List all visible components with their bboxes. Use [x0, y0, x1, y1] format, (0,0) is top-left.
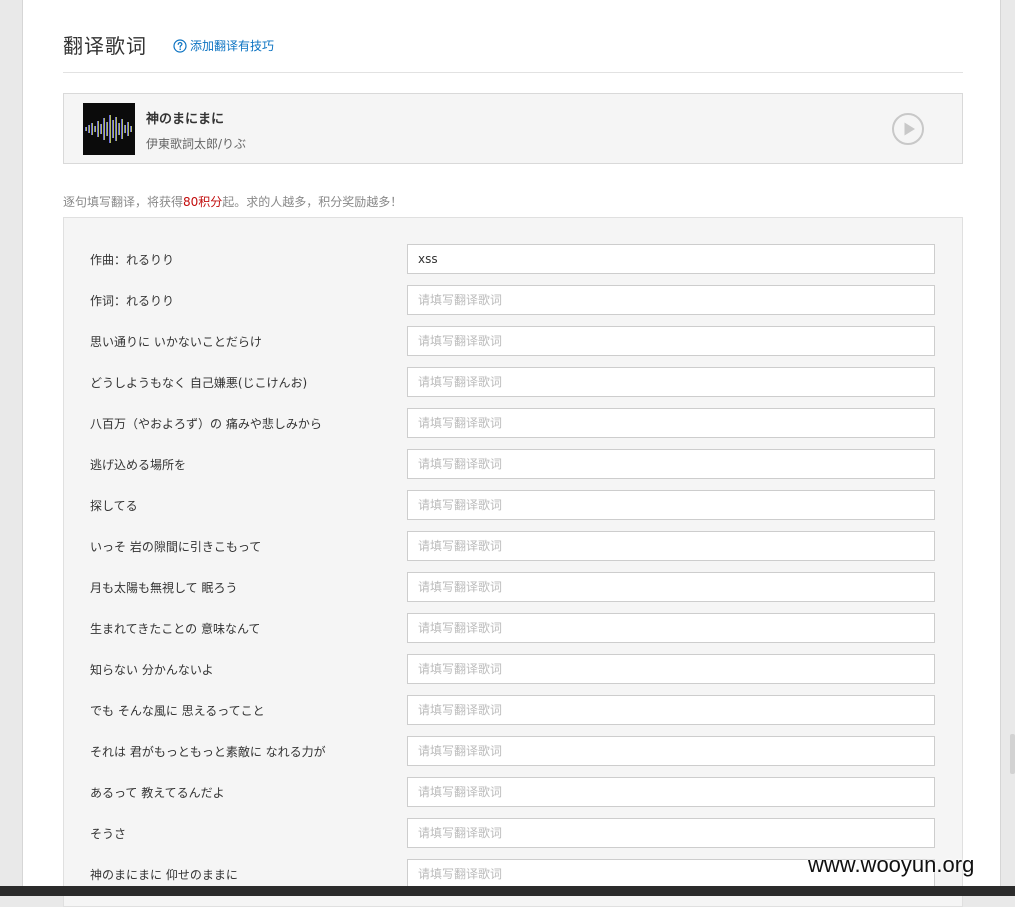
lyric-original: あるって 教えてるんだよ — [90, 786, 225, 800]
bottom-bar — [0, 886, 1015, 896]
play-icon — [904, 122, 915, 136]
page-container: 翻译歌词 添加翻译有技巧 神のまにまに 伊東歌詞太郎/りぶ 逐句填写翻译，将获得… — [22, 0, 1001, 907]
translation-input[interactable] — [407, 326, 935, 356]
album-cover — [83, 103, 135, 155]
lyric-original: どうしようもなく 自己嫌悪(じこけんお) — [90, 376, 308, 390]
translation-input[interactable] — [407, 490, 935, 520]
lyric-row: でも そんな風に 思えるってこと — [64, 695, 962, 736]
translation-input[interactable] — [407, 818, 935, 848]
lyric-row: 逃げ込める場所を — [64, 449, 962, 490]
album-art-waveform — [83, 103, 135, 155]
lyric-row: 作词：れるりり — [64, 285, 962, 326]
lyric-row: 探してる — [64, 490, 962, 531]
translation-input[interactable] — [407, 408, 935, 438]
lyric-original: いっそ 岩の隙間に引きこもって — [90, 540, 262, 554]
lyric-row: 生まれてきたことの 意味なんて — [64, 613, 962, 654]
lyric-original: 作词：れるりり — [90, 294, 175, 308]
translation-input[interactable] — [407, 613, 935, 643]
translation-input[interactable] — [407, 695, 935, 725]
lyric-row: 八百万（やおよろず）の 痛みや悲しみから — [64, 408, 962, 449]
page-title: 翻译歌词 — [63, 34, 147, 58]
lyric-original: 知らない 分かんないよ — [90, 663, 214, 677]
translation-input[interactable] — [407, 244, 935, 274]
lyric-row: いっそ 岩の隙間に引きこもって — [64, 531, 962, 572]
lyric-row: それは 君がもっともっと素敵に なれる力が — [64, 736, 962, 777]
translation-input[interactable] — [407, 531, 935, 561]
lyric-original: 神のまにまに 仰せのままに — [90, 868, 238, 882]
watermark: www.wooyun.org — [808, 852, 975, 877]
lyric-row: どうしようもなく 自己嫌悪(じこけんお) — [64, 367, 962, 408]
song-title: 神のまにまに — [146, 112, 225, 127]
lyric-row: 月も太陽も無視して 眠ろう — [64, 572, 962, 613]
translation-tips-link[interactable]: 添加翻译有技巧 — [173, 37, 274, 54]
translation-input[interactable] — [407, 777, 935, 807]
song-artist: 伊東歌詞太郎/りぶ — [146, 137, 247, 151]
reward-tip-prefix: 逐句填写翻译，将获得 — [63, 195, 184, 209]
lyric-original: 八百万（やおよろず）の 痛みや悲しみから — [90, 417, 322, 431]
scrollbar-handle[interactable] — [1010, 734, 1015, 774]
translation-input[interactable] — [407, 449, 935, 479]
lyric-original: 逃げ込める場所を — [90, 458, 187, 472]
lyric-original: 生まれてきたことの 意味なんて — [90, 622, 261, 636]
translation-input[interactable] — [407, 654, 935, 684]
lyric-row: 作曲：れるりり — [64, 244, 962, 285]
question-circle-icon — [173, 38, 187, 53]
song-card: 神のまにまに 伊東歌詞太郎/りぶ — [63, 93, 963, 164]
lyric-original: でも そんな風に 思えるってこと — [90, 704, 265, 718]
lyric-original: 探してる — [90, 499, 138, 513]
lyric-original: 作曲：れるりり — [90, 253, 175, 267]
page-header: 翻译歌词 添加翻译有技巧 — [63, 28, 963, 73]
translation-input[interactable] — [407, 285, 935, 315]
lyric-original: 月も太陽も無視して 眠ろう — [90, 581, 238, 595]
translation-tips-label: 添加翻译有技巧 — [190, 39, 275, 53]
lyric-original: そうさ — [90, 827, 127, 841]
lyric-original: 思い通りに いかないことだらけ — [90, 335, 262, 349]
translation-input[interactable] — [407, 367, 935, 397]
lyric-row: 思い通りに いかないことだらけ — [64, 326, 962, 367]
translation-input[interactable] — [407, 736, 935, 766]
play-button[interactable] — [891, 112, 925, 146]
lyric-original: それは 君がもっともっと素敵に なれる力が — [90, 745, 326, 759]
reward-tip-suffix: 起。求的人越多，积分奖励越多！ — [222, 195, 403, 209]
reward-tip: 逐句填写翻译，将获得80积分起。求的人越多，积分奖励越多！ — [63, 193, 402, 210]
translation-input[interactable] — [407, 572, 935, 602]
reward-points: 80积分 — [183, 195, 223, 209]
translation-form: 作曲：れるりり 作词：れるりり 思い通りに いかないことだらけ どうしようもなく… — [63, 217, 963, 907]
lyric-row: あるって 教えてるんだよ — [64, 777, 962, 818]
lyric-row: 知らない 分かんないよ — [64, 654, 962, 695]
